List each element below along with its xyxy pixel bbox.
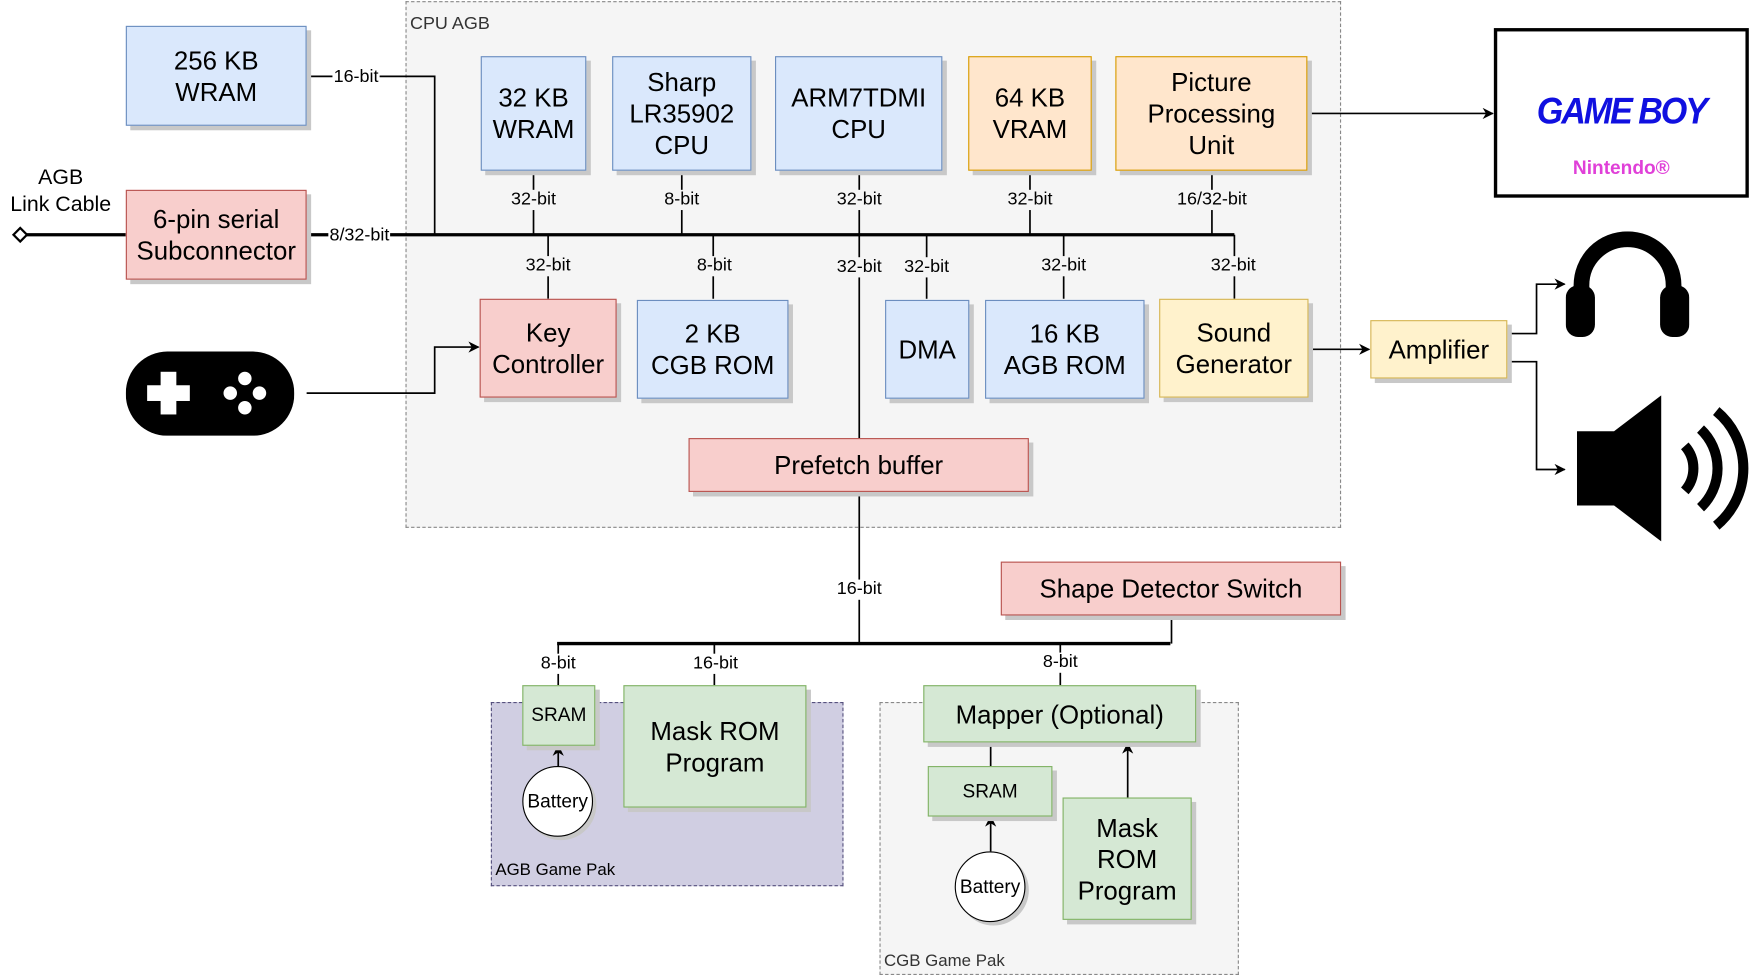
prefetch-buffer: Prefetch buffer	[688, 438, 1029, 492]
nintendo-logo: Nintendo®	[1572, 157, 1670, 179]
bus-label-dma: 32-bit	[903, 257, 951, 278]
sharp-lr35902-cpu: Sharp LR35902 CPU	[612, 56, 752, 171]
bus-label-cgbrom: 8-bit	[695, 256, 733, 277]
dma: DMA	[885, 299, 970, 399]
wram256-wire	[306, 75, 436, 235]
bus-label-wram32: 32-bit	[509, 189, 558, 211]
bus-label-sharp: 8-bit	[663, 189, 701, 211]
sound-generator: Sound Generator	[1159, 298, 1309, 398]
cgb-mapper: Mapper (Optional)	[923, 685, 1197, 743]
agb-sram: SRAM	[522, 685, 596, 746]
cgb-mask-rom-program: Mask ROM Program	[1062, 797, 1192, 920]
gamepad-icon	[125, 351, 295, 436]
key-controller: Key Controller	[479, 298, 617, 398]
bus-label-sound: 32-bit	[1209, 256, 1257, 277]
cgb-sram: SRAM	[927, 766, 1053, 817]
headphones-icon	[1565, 231, 1690, 337]
bus-label-key: 32-bit	[524, 256, 572, 277]
bus-label-subconnector: 8/32-bit	[328, 225, 391, 246]
bus-label-agbrom: 32-bit	[1040, 256, 1088, 277]
serial-subconnector: 6-pin serial Subconnector	[125, 189, 307, 280]
picture-processing-unit: Picture Processing Unit	[1115, 56, 1308, 171]
bus-label-prefetch: 32-bit	[835, 257, 883, 278]
speaker-icon	[1576, 395, 1749, 542]
amplifier: Amplifier	[1370, 320, 1508, 379]
link-cable-connector	[11, 226, 29, 244]
wram-32kb: 32 KB WRAM	[480, 56, 587, 171]
arm7tdmi-cpu: ARM7TDMI CPU	[775, 56, 943, 171]
game-boy-logo: GAME BOY	[1536, 89, 1708, 132]
agb-rom-16kb: 16 KB AGB ROM	[985, 299, 1145, 399]
agb-battery: Battery	[522, 766, 594, 837]
bus-label-agb-sram: 8-bit	[539, 653, 577, 674]
bus-label-vram: 32-bit	[1006, 189, 1054, 211]
bus-label-cgb-mapper: 8-bit	[1041, 652, 1079, 673]
game-boy-display: GAME BOY Nintendo®	[1493, 28, 1749, 198]
wram-256kb: 256 KB WRAM	[125, 25, 307, 126]
agb-mask-rom-program: Mask ROM Program	[623, 685, 807, 808]
bus-label-arm: 32-bit	[835, 189, 883, 211]
bus-label-ppu: 16/32-bit	[1175, 189, 1249, 211]
cgb-battery: Battery	[954, 851, 1026, 923]
gamepad-wire	[306, 341, 480, 394]
bus-label-cart: 16-bit	[835, 579, 883, 600]
shape-detector-switch: Shape Detector Switch	[1000, 561, 1342, 616]
cgb-rom-2kb: 2 KB CGB ROM	[636, 299, 789, 399]
vram-64kb: 64 KB VRAM	[968, 56, 1092, 171]
bus-label-wram256: 16-bit	[332, 67, 380, 88]
bus-label-agb-mask: 16-bit	[691, 653, 740, 674]
link-cable-label: AGB Link Cable	[10, 166, 112, 217]
diagram: CPU AGB AGB Game Pak CGB Game Pak 256 KB…	[0, 0, 1751, 975]
